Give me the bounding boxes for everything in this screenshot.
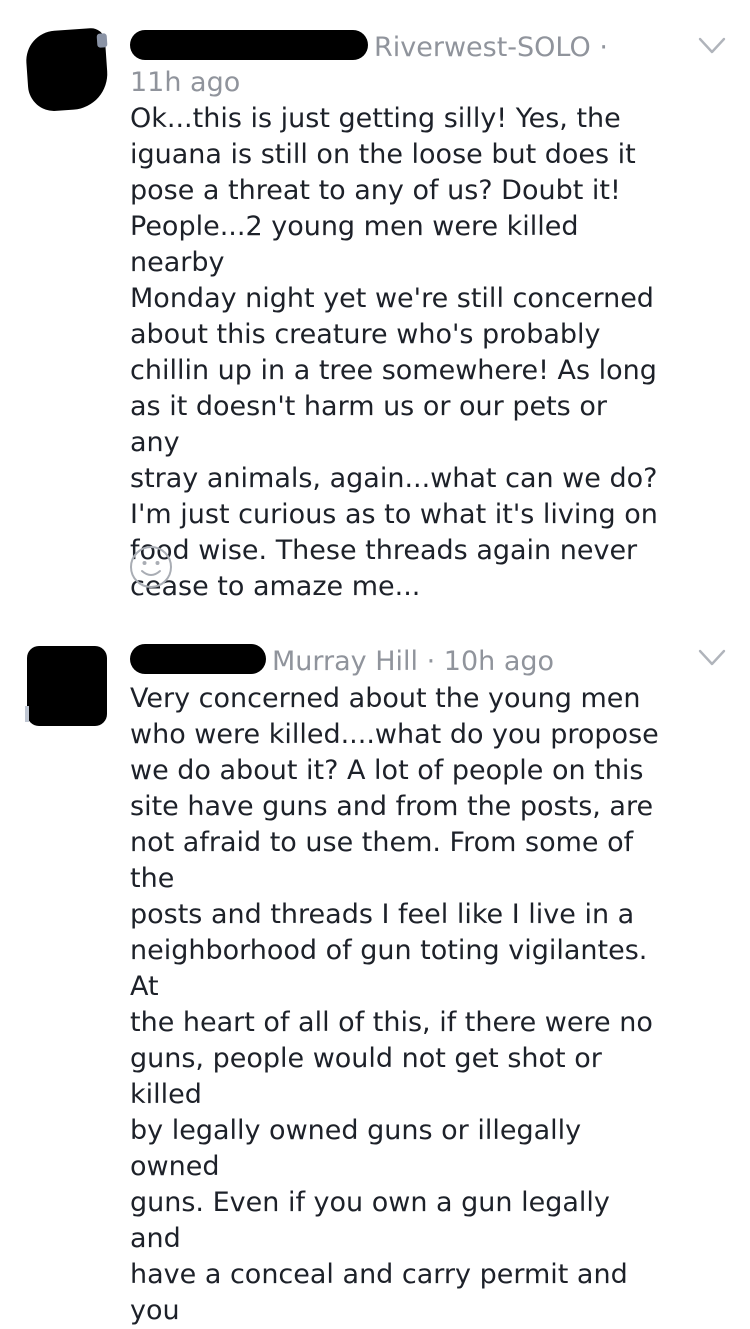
chevron-down-icon[interactable] xyxy=(698,36,726,56)
avatar[interactable] xyxy=(24,27,110,113)
comment-timestamp: 11h ago xyxy=(130,67,241,98)
neighborhood-and-time[interactable]: Murray Hill · 10h ago xyxy=(272,646,554,677)
redacted-author-name[interactable] xyxy=(130,30,368,60)
comment-meta: Murray Hill · 10h ago xyxy=(130,644,554,680)
comment-body: Very concerned about the young men who w… xyxy=(130,683,659,1326)
comment-meta: Riverwest-SOLO · xyxy=(130,30,608,66)
redacted-author-name[interactable] xyxy=(130,644,266,674)
chevron-down-icon[interactable] xyxy=(698,648,726,668)
neighborhood-label[interactable]: Riverwest-SOLO · xyxy=(374,32,608,63)
smiley-face-icon[interactable] xyxy=(129,545,173,589)
avatar[interactable] xyxy=(25,646,107,726)
comment-body: Ok...this is just getting silly! Yes, th… xyxy=(130,103,658,602)
